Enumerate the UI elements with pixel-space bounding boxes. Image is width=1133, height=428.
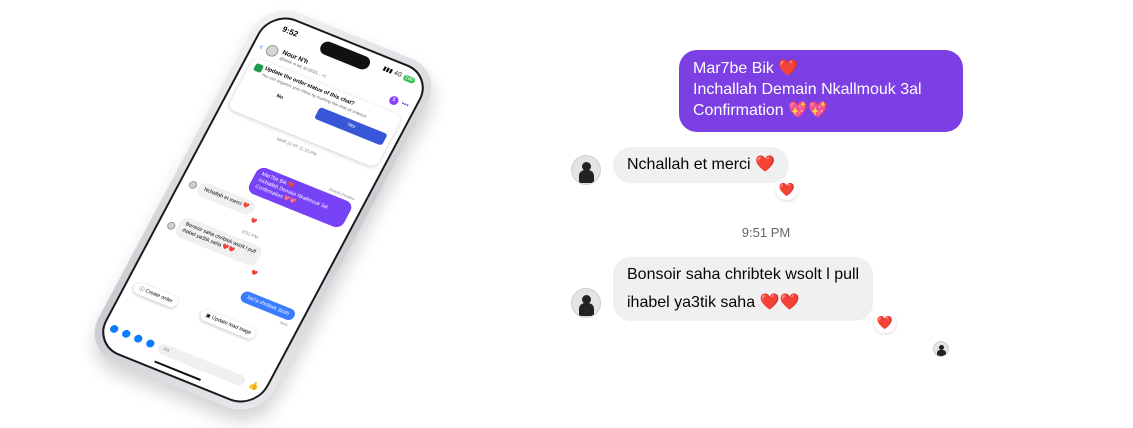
message-timestamp: 9:51 PM	[741, 225, 791, 240]
outgoing-message: Mar7be Bik ❤️ Inchallah Demain Nkallmouk…	[679, 50, 963, 132]
more-icon[interactable]: •••	[400, 100, 410, 109]
message-text: Nchallah et merci	[627, 156, 751, 173]
reaction-heart-icon: ❤️	[249, 217, 259, 226]
message-text: Mar7be Bik	[693, 60, 774, 77]
avatar[interactable]	[571, 155, 601, 185]
network-label: 4G	[392, 69, 404, 79]
incoming-message: Nchallah et merci ❤️	[613, 147, 789, 183]
message-line: Nchallah et merci ❤️	[627, 151, 775, 179]
microphone-icon[interactable]	[144, 338, 156, 349]
status-time: 9:52	[280, 24, 300, 39]
message-line-3: Confirmation 💖💖	[693, 100, 949, 121]
message-line-2: Inchallah Demain Nkallmouk 3al	[693, 81, 922, 98]
phone-outgoing-blue-message: Sa7a chribtek 3zizti	[238, 289, 298, 322]
read-receipt-avatar	[933, 341, 949, 357]
reaction-heart-icon[interactable]: ❤️	[776, 180, 798, 200]
dollar-icon[interactable]: $	[387, 94, 401, 106]
heart-emoji: ❤️	[755, 156, 775, 173]
sent-status: Sent	[278, 319, 289, 328]
image-icon[interactable]	[132, 333, 144, 344]
incoming-message: Bonsoir saha chribtek wsolt l pull ihabe…	[613, 257, 874, 321]
create-order-chip[interactable]: ⓘ Create order	[131, 281, 180, 309]
thumbs-up-icon[interactable]: 👍	[247, 380, 260, 392]
phone-mockup: 9:52 ▮▮▮ 4G 100 ‹ Nour N'h @isoke m.ad_i…	[82, 0, 444, 420]
reaction-heart-icon[interactable]: ❤️	[874, 313, 896, 333]
message-line-1: Mar7be Bik ❤️	[693, 58, 949, 79]
camera-icon[interactable]	[120, 328, 132, 339]
avatar[interactable]	[571, 288, 601, 318]
message-line: ihabel ya3tik saha ❤️❤️	[627, 289, 859, 317]
heart-emoji: ❤️❤️	[759, 294, 800, 311]
message-text: Confirmation	[693, 102, 784, 119]
header-actions: $ •••	[387, 94, 410, 110]
chip-label: Update lead stage	[210, 314, 253, 337]
heart-emoji: ❤️	[778, 60, 799, 77]
back-icon[interactable]: ‹	[258, 42, 266, 52]
phone-outgoing-message: Mar7be Bik ❤️ Inchallah Demain Nkallmouk…	[245, 165, 355, 230]
status-indicators: ▮▮▮ 4G 100	[382, 65, 417, 84]
avatar[interactable]	[263, 43, 281, 59]
message-text: ihabel ya3tik saha	[627, 294, 756, 311]
message-line: Bonsoir saha chribtek wsolt l pull	[627, 266, 860, 283]
chip-label: Create order	[143, 288, 174, 305]
phone-screen: 9:52 ▮▮▮ 4G 100 ‹ Nour N'h @isoke m.ad_i…	[92, 9, 434, 411]
sparkling-heart-emoji: 💖💖	[788, 102, 828, 119]
signal-icon: ▮▮▮	[381, 65, 394, 76]
update-lead-stage-chip[interactable]: ▣ Update lead stage	[198, 308, 259, 341]
battery-icon: 100	[402, 73, 417, 84]
reaction-heart-icon: ❤️	[249, 269, 259, 278]
plus-icon[interactable]	[108, 323, 120, 334]
